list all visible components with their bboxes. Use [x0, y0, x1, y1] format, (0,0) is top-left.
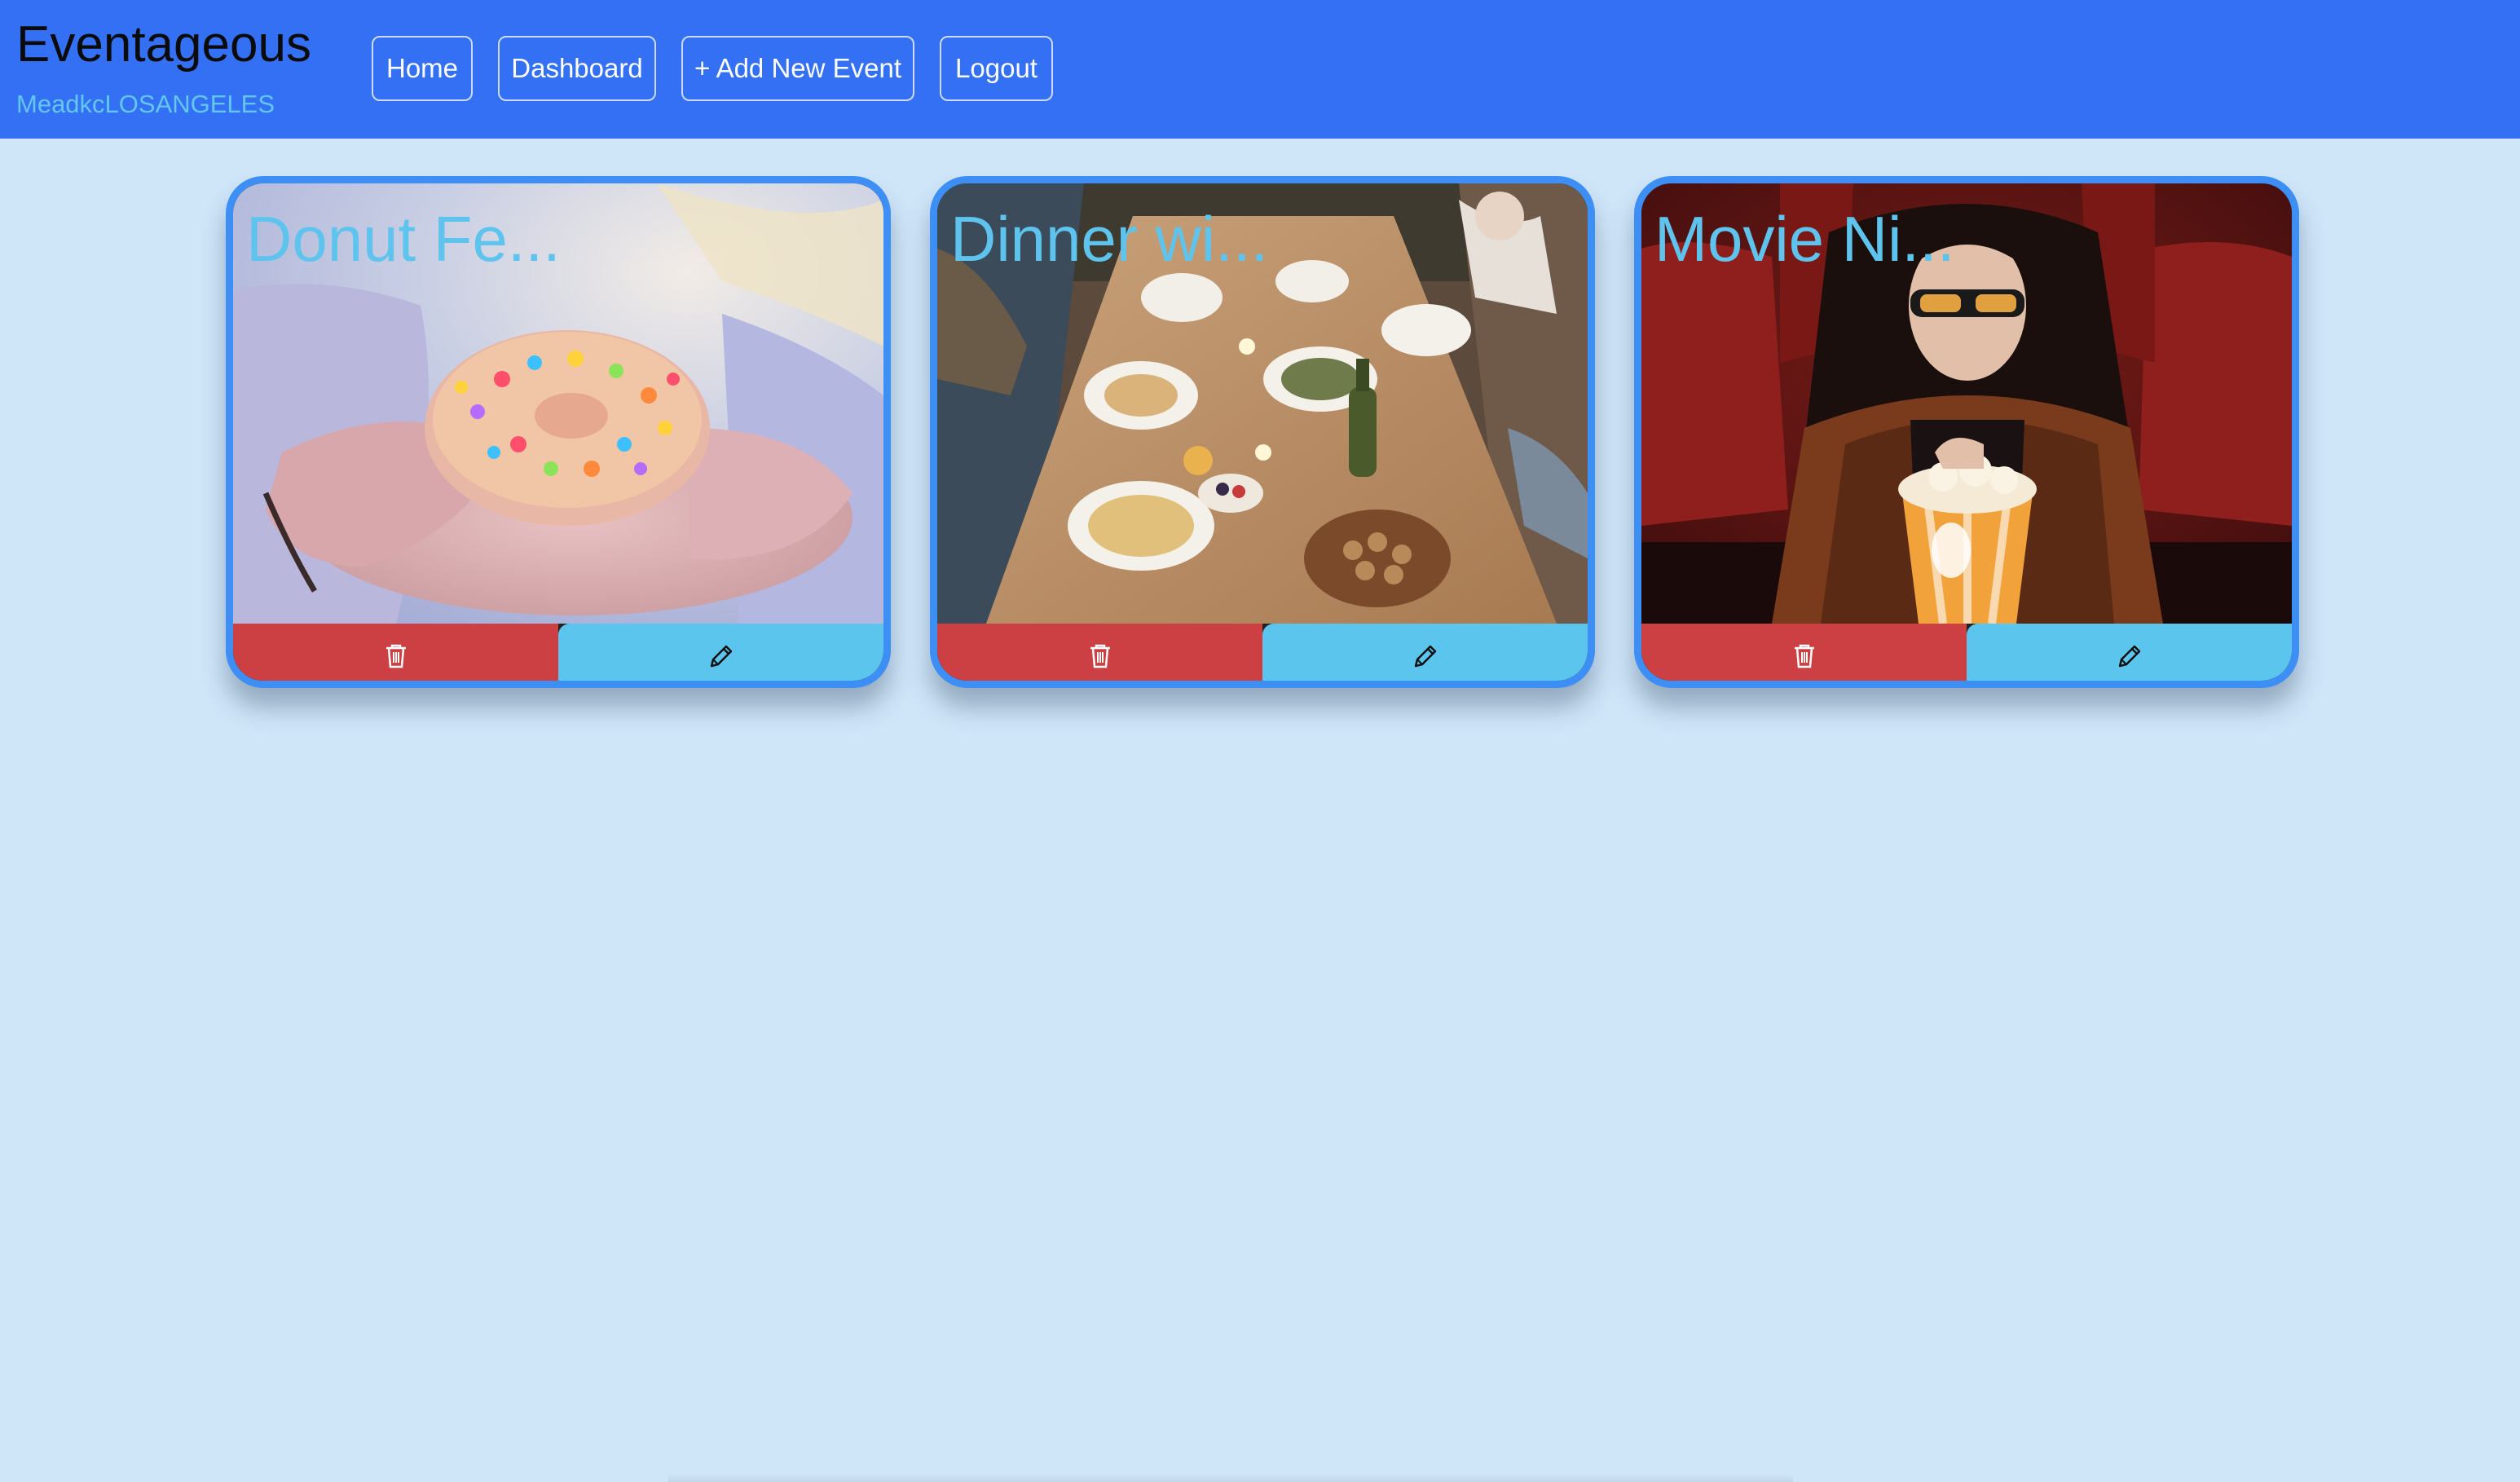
edit-event-button[interactable] — [1967, 624, 2292, 681]
brand-title[interactable]: Eventageous — [16, 15, 311, 75]
delete-event-button[interactable] — [1641, 624, 1967, 681]
edit-event-button[interactable] — [1262, 624, 1588, 681]
event-title: Donut Fe... — [246, 203, 561, 275]
trash-icon — [1090, 644, 1110, 668]
event-title: Movie Ni... — [1654, 203, 1955, 275]
nav-add-event-button[interactable]: + Add New Event — [681, 36, 914, 101]
pencil-icon — [2118, 645, 2140, 668]
card-actions — [1641, 624, 2292, 681]
page-bottom-edge — [668, 1474, 1793, 1482]
pencil-icon — [710, 645, 732, 668]
username-label: MeadkcLOSANGELES — [16, 90, 275, 118]
nav-home-button[interactable]: Home — [372, 36, 473, 101]
event-card[interactable]: Dinner wi... — [930, 176, 1595, 688]
pencil-icon — [1414, 645, 1436, 668]
delete-event-button[interactable] — [937, 624, 1262, 681]
trash-icon — [1794, 644, 1814, 668]
event-title: Dinner wi... — [950, 203, 1269, 275]
nav-logout-button[interactable]: Logout — [940, 36, 1053, 101]
event-card[interactable]: Movie Ni... — [1634, 176, 2299, 688]
navbar: Eventageous MeadkcLOSANGELES Home Dashbo… — [0, 0, 2520, 139]
delete-event-button[interactable] — [233, 624, 558, 681]
nav-dashboard-button[interactable]: Dashboard — [498, 36, 656, 101]
event-card[interactable]: Donut Fe... — [226, 176, 891, 688]
card-actions — [937, 624, 1588, 681]
card-actions — [233, 624, 883, 681]
trash-icon — [385, 644, 406, 668]
edit-event-button[interactable] — [558, 624, 883, 681]
